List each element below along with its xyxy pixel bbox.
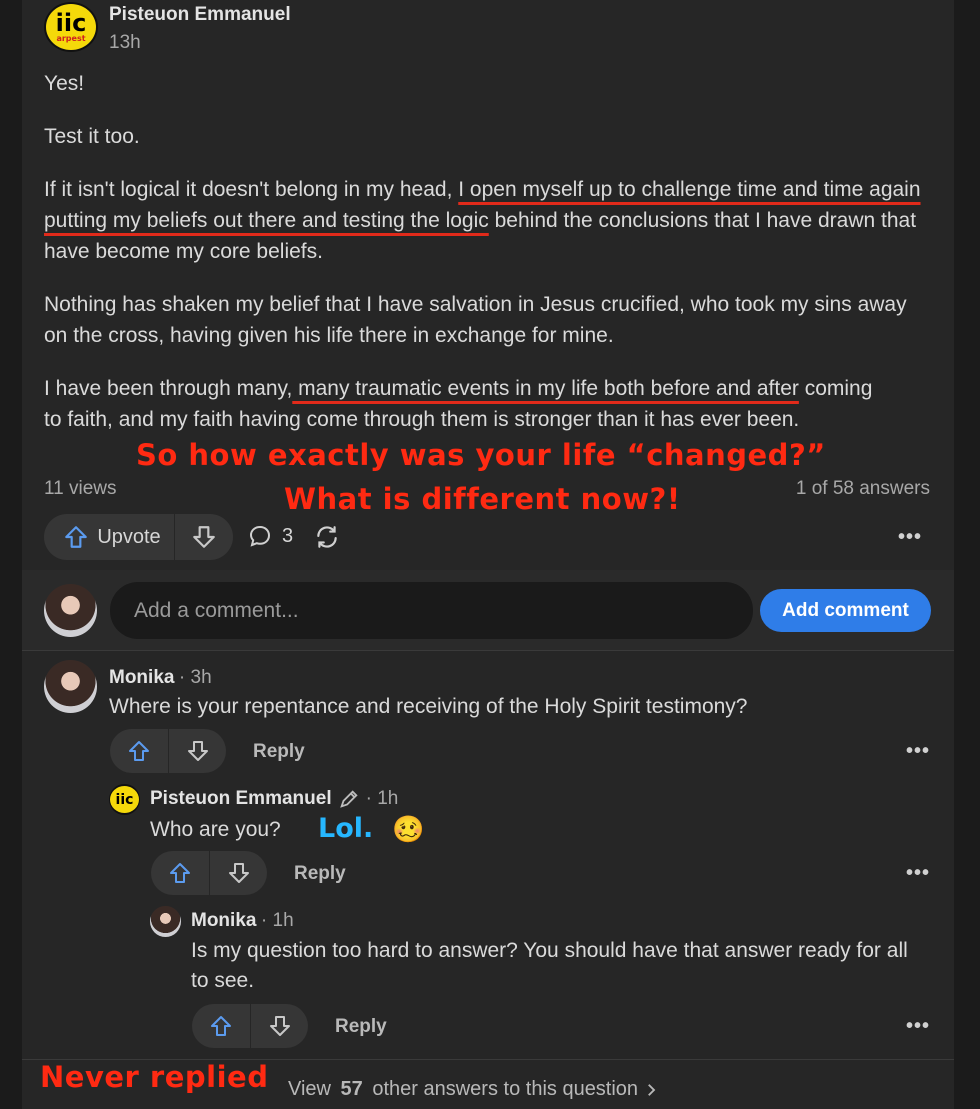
comment-header: Monika · 3h — [109, 667, 212, 689]
annotation-lol: Lol. — [318, 813, 374, 844]
downvote-arrow-icon — [269, 1016, 290, 1036]
underlined-text: many traumatic events in my life both be… — [292, 377, 799, 400]
comment-downvote-button[interactable] — [210, 851, 267, 895]
add-comment-button[interactable]: Add comment — [760, 589, 931, 632]
upvote-label: Upvote — [97, 525, 161, 548]
post-paragraph: Test it too. — [44, 125, 140, 148]
reply-button[interactable]: Reply — [294, 863, 346, 885]
comment-header: Monika · 1h — [191, 910, 294, 932]
downvote-arrow-icon — [228, 863, 249, 883]
commenter-avatar[interactable] — [44, 660, 97, 713]
comment-vote-pill — [151, 851, 267, 895]
comment-upvote-button[interactable] — [192, 1004, 250, 1048]
post-author[interactable]: Pisteuon Emmanuel — [109, 4, 291, 26]
upvote-arrow-icon — [170, 863, 190, 883]
comment-placeholder: Add a comment... — [134, 598, 299, 622]
view-suffix: other answers to this question — [366, 1078, 639, 1100]
comment-text: Who are you? — [150, 818, 281, 841]
answer-position[interactable]: 1 of 58 answers — [796, 478, 930, 500]
post-paragraph: If it isn't logical it doesn't belong in… — [44, 174, 934, 267]
comment-upvote-button[interactable] — [151, 851, 209, 895]
text-segment: If it isn't logical it doesn't belong in… — [44, 178, 459, 201]
comment-button[interactable]: 3 — [248, 524, 293, 548]
woozy-face-emoji: 🥴 — [392, 814, 425, 844]
avatar-logo-text: iic — [115, 791, 134, 808]
comment-count: 3 — [282, 524, 294, 547]
comment-author[interactable]: Pisteuon Emmanuel — [150, 788, 332, 810]
share-button[interactable] — [314, 524, 340, 555]
pen-icon — [339, 790, 358, 808]
comment-vote-pill — [110, 729, 226, 773]
comment-more-icon[interactable]: ••• — [906, 740, 930, 763]
upvote-button[interactable]: Upvote — [44, 514, 174, 560]
vote-pill: Upvote — [44, 514, 233, 560]
comment-header: Pisteuon Emmanuel · 1h — [150, 788, 398, 810]
comment-bubble-icon — [249, 525, 271, 547]
comment-time: · 1h — [365, 788, 399, 809]
view-prefix: View — [288, 1078, 337, 1100]
downvote-arrow-icon — [187, 741, 208, 761]
view-count: 11 views — [44, 478, 117, 499]
avatar-logo-subtext: arpest — [56, 34, 86, 43]
comment-vote-pill — [192, 1004, 308, 1048]
comment-input[interactable]: Add a comment... — [110, 582, 753, 639]
post-body: Yes! Test it too. If it isn't logical it… — [44, 68, 934, 435]
comment-downvote-button[interactable] — [169, 729, 226, 773]
comment-text: Is my question too hard to answer? You s… — [191, 939, 908, 992]
answer-card: iic arpest Pisteuon Emmanuel 13h Yes! Te… — [22, 0, 954, 1109]
reshare-icon — [317, 526, 337, 548]
view-more-answers-link[interactable]: View 57 other answers to this question — [288, 1078, 660, 1101]
post-paragraph: I have been through many, many traumatic… — [44, 373, 894, 435]
comment-time: · 3h — [178, 667, 212, 688]
comment-time: · 1h — [260, 910, 294, 931]
commenter-avatar[interactable] — [150, 906, 181, 937]
avatar-logo-text: iic — [55, 9, 87, 37]
comment-author[interactable]: Monika — [191, 910, 256, 931]
chevron-right-icon — [648, 1083, 656, 1096]
downvote-button[interactable] — [175, 514, 233, 560]
annotation-never-replied: Never replied — [40, 1060, 269, 1094]
annotation-question: So how exactly was your life “changed?” — [136, 438, 826, 472]
downvote-arrow-icon — [193, 526, 215, 548]
comment-author[interactable]: Monika — [109, 667, 174, 688]
comment-upvote-button[interactable] — [110, 729, 168, 773]
user-avatar[interactable] — [44, 584, 97, 637]
post-paragraph: Nothing has shaken my belief that I have… — [44, 293, 907, 347]
comment-more-icon[interactable]: ••• — [906, 862, 930, 885]
post-paragraph: Yes! — [44, 72, 85, 95]
divider — [22, 650, 954, 651]
answer-count: 57 — [340, 1078, 363, 1100]
reply-button[interactable]: Reply — [335, 1016, 387, 1038]
upvote-arrow-icon — [65, 526, 88, 548]
comment-downvote-button[interactable] — [251, 1004, 308, 1048]
author-avatar[interactable]: iic arpest — [44, 2, 98, 52]
annotation-question-2: What is different now?! — [284, 482, 681, 516]
reply-button[interactable]: Reply — [253, 741, 305, 763]
comment-more-icon[interactable]: ••• — [906, 1015, 930, 1038]
commenter-avatar[interactable]: iic — [109, 784, 140, 815]
text-segment: I have been through many, — [44, 377, 293, 400]
upvote-arrow-icon — [129, 741, 149, 761]
post-time[interactable]: 13h — [109, 32, 141, 54]
more-options-icon[interactable]: ••• — [898, 526, 922, 549]
comment-text: Where is your repentance and receiving o… — [109, 695, 748, 718]
upvote-arrow-icon — [211, 1016, 231, 1036]
